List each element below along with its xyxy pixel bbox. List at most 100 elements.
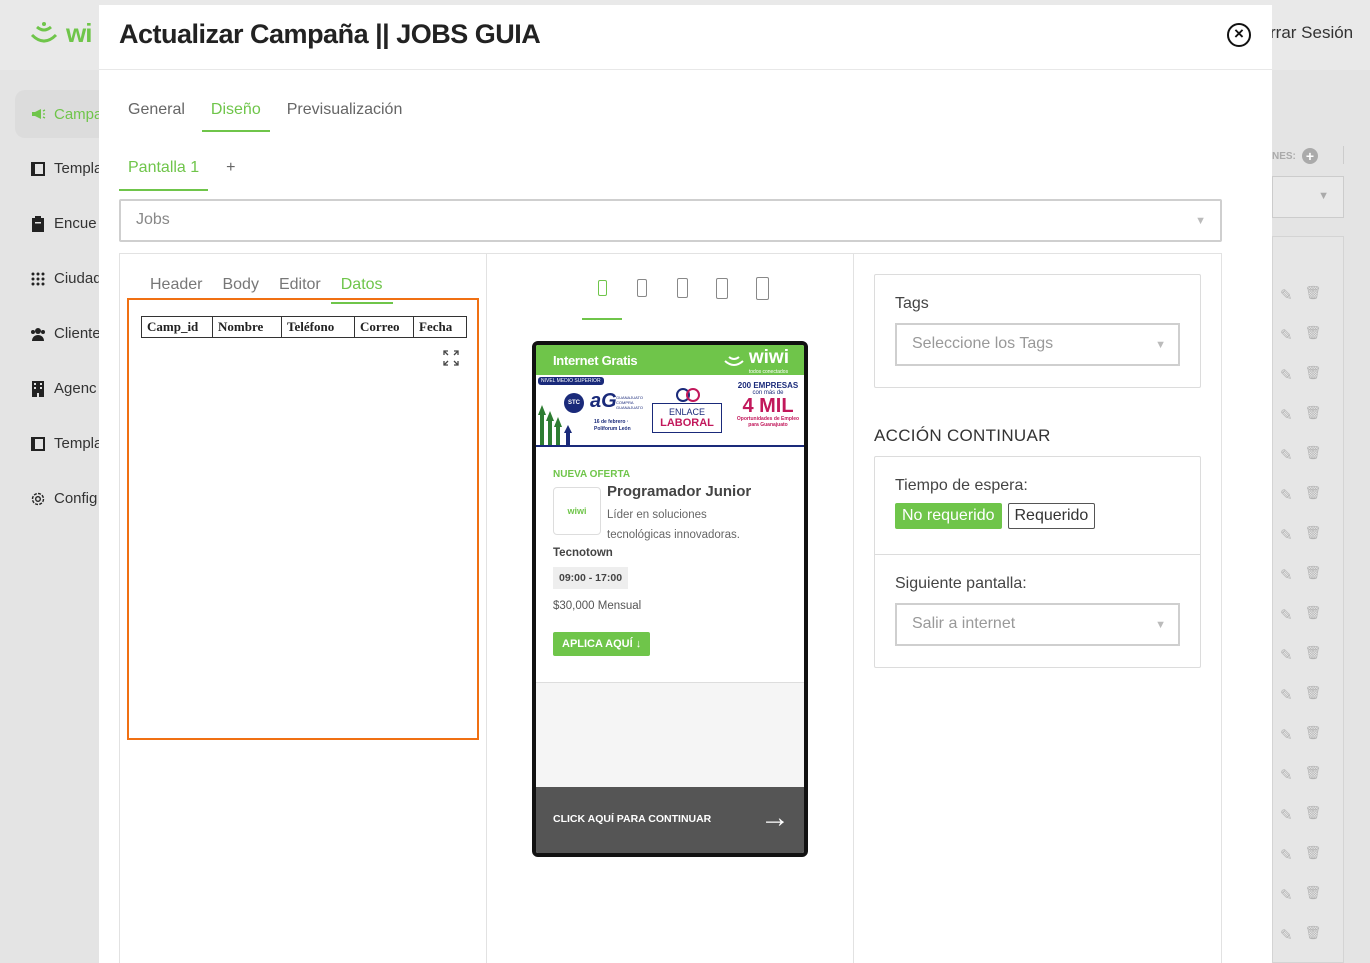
sidebar-item-label: Cliente: [54, 325, 101, 342]
column-header: Teléfono: [281, 316, 355, 338]
trash-icon[interactable]: 🗑: [1305, 446, 1322, 464]
template-select-value: Jobs: [136, 211, 170, 228]
sidebar-item-cities[interactable]: Ciudad: [30, 270, 102, 287]
table-header-row: Camp_id Nombre Teléfono Correo Fecha: [141, 316, 467, 338]
continue-button[interactable]: CLICK AQUÍ PARA CONTINUAR →: [536, 787, 804, 853]
tab-design[interactable]: Diseño: [201, 97, 270, 132]
trash-icon[interactable]: 🗑: [1305, 566, 1322, 584]
edit-icon[interactable]: ✎: [1280, 286, 1293, 304]
background-select[interactable]: ▼: [1272, 176, 1344, 218]
device-phone-icon[interactable]: [622, 276, 662, 320]
tab-preview[interactable]: Previsualización: [278, 97, 412, 132]
template-select[interactable]: Jobs ▼: [119, 199, 1222, 242]
edit-icon[interactable]: ✎: [1280, 806, 1293, 824]
edit-icon[interactable]: ✎: [1280, 846, 1293, 864]
trash-icon[interactable]: 🗑: [1305, 286, 1322, 304]
table-row: ✎ 🗑: [1280, 526, 1321, 544]
grid-dots-icon: [31, 272, 45, 285]
edit-icon[interactable]: ✎: [1280, 886, 1293, 904]
tags-label: Tags: [895, 295, 929, 312]
table-row: ✎ 🗑: [1280, 886, 1321, 904]
rings-icon: [676, 388, 700, 402]
edit-icon[interactable]: ✎: [1280, 726, 1293, 744]
data-table: Camp_id Nombre Teléfono Correo Fecha: [141, 316, 467, 338]
banner-stc-logo: STC: [564, 393, 584, 413]
table-row: ✎ 🗑: [1280, 286, 1321, 304]
edit-icon[interactable]: ✎: [1280, 366, 1293, 384]
device-phone-small-icon[interactable]: [582, 276, 622, 320]
edit-icon[interactable]: ✎: [1280, 686, 1293, 704]
logout-link[interactable]: rrar Sesión: [1270, 23, 1353, 43]
trash-icon[interactable]: 🗑: [1305, 326, 1322, 344]
sidebar-item-label: Campa: [54, 105, 103, 123]
trash-icon[interactable]: 🗑: [1305, 406, 1322, 424]
edit-icon[interactable]: ✎: [1280, 926, 1293, 944]
table-row: ✎ 🗑: [1280, 846, 1321, 864]
trash-icon[interactable]: 🗑: [1305, 926, 1322, 944]
next-screen-select[interactable]: Salir a internet ▼: [895, 603, 1180, 646]
logo-text: wi: [66, 18, 92, 48]
device-tablet-icon[interactable]: [702, 276, 742, 320]
tab-general[interactable]: General: [119, 97, 194, 132]
trash-icon[interactable]: 🗑: [1305, 366, 1322, 384]
trash-icon[interactable]: 🗑: [1305, 846, 1322, 864]
logo-smile-icon: [30, 21, 58, 42]
tab-screen-1[interactable]: Pantalla 1: [119, 155, 209, 191]
close-icon[interactable]: ×: [1227, 23, 1251, 47]
phone-preview: Internet Gratis wiwi todos conectados NIV…: [532, 341, 808, 857]
edit-icon[interactable]: ✎: [1280, 566, 1293, 584]
sidebar-item-templates[interactable]: Templa: [30, 160, 102, 177]
trash-icon[interactable]: 🗑: [1305, 886, 1322, 904]
trash-icon[interactable]: 🗑: [1305, 806, 1322, 824]
trash-icon[interactable]: 🗑: [1305, 766, 1322, 784]
banner-companies: 200 EMPRESAS con más de 4 MIL Oportunida…: [732, 381, 804, 428]
preview-brand-text: wiwi: [748, 347, 789, 368]
preview-brand: wiwi todos conectados: [723, 347, 789, 375]
trash-icon[interactable]: 🗑: [1305, 526, 1322, 544]
edit-icon[interactable]: ✎: [1280, 766, 1293, 784]
wait-not-required-button[interactable]: No requerido: [895, 503, 1002, 529]
tags-select[interactable]: Seleccione los Tags ▼: [895, 323, 1180, 366]
device-phone-large-icon[interactable]: [662, 276, 702, 320]
template-icon: [31, 436, 45, 451]
edit-icon[interactable]: ✎: [1280, 406, 1293, 424]
edit-icon[interactable]: ✎: [1280, 326, 1293, 344]
trash-icon[interactable]: 🗑: [1305, 646, 1322, 664]
screen-tabs: Pantalla 1 +: [119, 155, 236, 191]
sidebar-item-agencies[interactable]: Agenc: [30, 380, 97, 397]
edit-icon[interactable]: ✎: [1280, 446, 1293, 464]
preview-column: Internet Gratis wiwi todos conectados NIV…: [486, 253, 854, 963]
wait-time-options: No requerido Requerido: [895, 503, 1180, 529]
edit-icon[interactable]: ✎: [1280, 486, 1293, 504]
edit-icon[interactable]: ✎: [1280, 526, 1293, 544]
device-tablet-large-icon[interactable]: [742, 276, 782, 320]
users-icon: [31, 327, 45, 341]
preview-top-bar: Internet Gratis wiwi todos conectados: [536, 345, 804, 375]
trash-icon[interactable]: 🗑: [1305, 726, 1322, 744]
trash-icon[interactable]: 🗑: [1305, 486, 1322, 504]
column-header: Correo: [354, 316, 414, 338]
gear-icon: [31, 492, 45, 505]
sidebar-item-templates-2[interactable]: Templa: [30, 435, 102, 452]
wait-required-button[interactable]: Requerido: [1007, 503, 1096, 529]
trash-icon[interactable]: 🗑: [1305, 606, 1322, 624]
job-company: Tecnotown: [553, 547, 613, 559]
banner-companies-count: 200 EMPRESAS: [737, 381, 799, 390]
add-circle-icon[interactable]: +: [1301, 148, 1318, 164]
trash-icon[interactable]: 🗑: [1305, 686, 1322, 704]
edit-icon[interactable]: ✎: [1280, 646, 1293, 664]
next-screen-section: Siguiente pantalla: Salir a internet ▼: [875, 555, 1200, 646]
banner-enlace-laboral: ENLACE LABORAL: [652, 403, 722, 433]
sidebar-item-clients[interactable]: Cliente: [30, 325, 101, 342]
sidebar-item-surveys[interactable]: Encue: [30, 215, 97, 232]
megaphone-icon: [32, 109, 46, 119]
banner-tag: NIVEL MEDIO SUPERIOR: [538, 377, 604, 385]
apply-button[interactable]: APLICA AQUÍ ↓: [553, 632, 651, 656]
sidebar-item-config[interactable]: Config: [30, 490, 97, 507]
column-header: Fecha: [413, 316, 467, 338]
expand-icon[interactable]: [443, 350, 459, 366]
sidebar-item-campaigns[interactable]: Campa: [15, 90, 105, 138]
wait-time-label: Tiempo de espera:: [895, 477, 1028, 494]
add-screen-button[interactable]: +: [226, 159, 235, 177]
edit-icon[interactable]: ✎: [1280, 606, 1293, 624]
